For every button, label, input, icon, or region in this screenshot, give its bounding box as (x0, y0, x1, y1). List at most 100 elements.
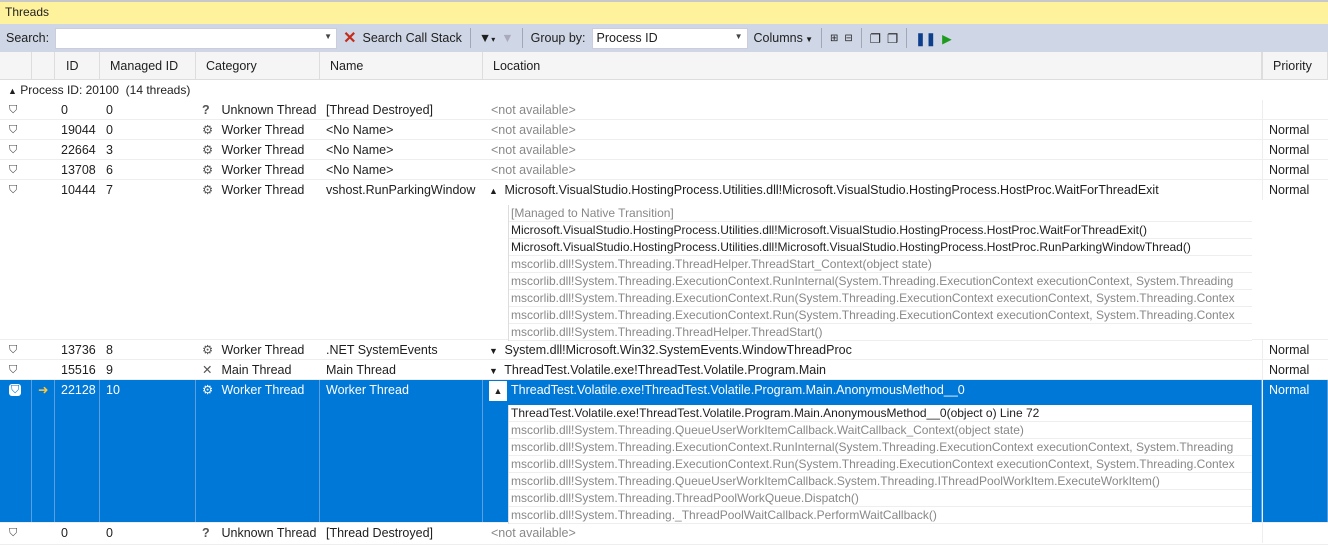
thread-name[interactable]: [Thread Destroyed] (320, 100, 483, 120)
thread-row[interactable]: ⛉ 13736 8 ⚙ Worker Thread .NET SystemEve… (0, 340, 1328, 360)
thread-row[interactable]: ⛉ 0 0 ? Unknown Thread [Thread Destroyed… (0, 523, 1328, 545)
flag-icon[interactable]: ⛉ (0, 160, 32, 180)
gears-icon: ⚙ (202, 183, 214, 197)
stack-frame[interactable]: mscorlib.dll!System.Threading.ExecutionC… (509, 290, 1252, 307)
thread-name[interactable]: Worker Thread (320, 380, 483, 522)
clear-filter-icon[interactable]: ▼ (501, 31, 513, 45)
collapse-groups-icon[interactable]: ⊟ (844, 33, 852, 44)
flag-icon[interactable]: ⛉ (0, 140, 32, 160)
search-call-stack-button[interactable]: Search Call Stack (363, 31, 462, 45)
stack-frame[interactable]: Microsoft.VisualStudio.HostingProcess.Ut… (509, 222, 1252, 239)
flag-icon[interactable]: ⛉ (0, 360, 32, 380)
col-current[interactable] (32, 52, 55, 80)
collapse-stack-icon[interactable]: ▲ (489, 381, 507, 401)
current-thread-cell (32, 523, 55, 543)
thread-name[interactable]: Main Thread (320, 360, 483, 380)
col-category[interactable]: Category (196, 52, 320, 80)
stack-frame[interactable]: mscorlib.dll!System.Threading.ThreadHelp… (509, 324, 1252, 341)
group-by-select[interactable]: Process ID ▼ (591, 27, 748, 49)
stack-frame[interactable]: mscorlib.dll!System.Threading.ExecutionC… (509, 307, 1252, 324)
call-stack: ThreadTest.Volatile.exe!ThreadTest.Volat… (508, 405, 1252, 524)
chevron-down-icon[interactable]: ▼ (324, 32, 332, 41)
thread-name[interactable]: <No Name> (320, 120, 483, 140)
thread-row[interactable]: ⛉ 0 0 ? Unknown Thread [Thread Destroyed… (0, 100, 1328, 120)
group-by-label: Group by: (530, 31, 586, 45)
thread-name[interactable]: [Thread Destroyed] (320, 523, 483, 543)
thread-row[interactable]: ⛉ 22664 3 ⚙ Worker Thread <No Name> <not… (0, 140, 1328, 160)
location[interactable]: <not available> (483, 120, 1262, 140)
thread-id: 22128 (55, 380, 100, 522)
thread-name[interactable]: vshost.RunParkingWindow (320, 180, 483, 200)
flag-icon[interactable]: ⛉ (0, 180, 32, 200)
col-priority[interactable]: Priority (1262, 52, 1328, 80)
managed-id: 0 (106, 526, 113, 540)
stack-frame[interactable]: mscorlib.dll!System.Threading.ThreadHelp… (509, 256, 1252, 273)
thread-id: 0 (61, 103, 68, 117)
thread-row[interactable]: ⛉ ➜ 22128 10 ⚙ Worker Thread Worker Thre… (0, 380, 1328, 524)
stack-frame[interactable]: Microsoft.VisualStudio.HostingProcess.Ut… (509, 239, 1252, 256)
filter-icon[interactable]: ▼▾ (479, 31, 495, 45)
category: ? Unknown Thread (196, 100, 320, 120)
location[interactable]: ▼ System.dll!Microsoft.Win32.SystemEvent… (483, 340, 1262, 360)
managed-id: 6 (106, 163, 113, 177)
stack-frame[interactable]: mscorlib.dll!System.Threading.ThreadPool… (509, 490, 1252, 507)
col-name[interactable]: Name (320, 52, 483, 80)
collapse-callstacks-icon[interactable]: ❐ (887, 31, 898, 46)
search-input[interactable]: ▼ (55, 27, 338, 49)
flag-icon[interactable]: ⛉ (0, 380, 32, 522)
location[interactable]: <not available> (483, 160, 1262, 180)
expand-stack-icon[interactable]: ▼ (489, 361, 501, 380)
thread-name[interactable]: <No Name> (320, 160, 483, 180)
chevron-down-icon: ▼ (734, 31, 743, 41)
separator (860, 28, 862, 48)
flag-icon[interactable]: ⛉ (0, 523, 32, 543)
location[interactable]: <not available> (483, 100, 1262, 120)
stack-frame[interactable]: mscorlib.dll!System.Threading.ExecutionC… (509, 456, 1252, 473)
pause-icon[interactable]: ❚❚ (915, 31, 936, 46)
clear-search-icon[interactable]: ✕ (343, 28, 356, 48)
current-thread-arrow-icon: ➜ (32, 380, 55, 522)
managed-id: 7 (106, 183, 113, 197)
stack-frame[interactable]: mscorlib.dll!System.Threading.ExecutionC… (509, 273, 1252, 290)
columns-button[interactable]: Columns ▼ (754, 31, 813, 45)
thread-row[interactable]: ⛉ 10444 7 ⚙ Worker Thread vshost.RunPark… (0, 180, 1328, 341)
location[interactable]: <not available> (483, 523, 1262, 543)
expand-callstacks-icon[interactable]: ❐ (870, 31, 881, 46)
stack-frame[interactable]: mscorlib.dll!System.Threading.QueueUserW… (509, 473, 1252, 490)
stack-frame[interactable]: mscorlib.dll!System.Threading._ThreadPoo… (509, 507, 1252, 524)
play-icon[interactable]: ▶ (942, 31, 952, 46)
stack-frame[interactable]: [Managed to Native Transition] (509, 205, 1252, 222)
gears-icon: ⚙ (202, 383, 214, 397)
flag-icon[interactable]: ⛉ (0, 100, 32, 120)
flag-icon[interactable]: ⛉ (0, 120, 32, 140)
thread-id: 15516 (61, 363, 96, 377)
location[interactable]: ▼ ThreadTest.Volatile.exe!ThreadTest.Vol… (483, 360, 1262, 380)
col-location[interactable]: Location (483, 52, 1262, 80)
separator (521, 28, 523, 48)
location[interactable]: <not available> (483, 140, 1262, 160)
thread-list: ⛉ 0 0 ? Unknown Thread [Thread Destroyed… (0, 100, 1328, 545)
collapse-stack-icon[interactable]: ▲ (489, 181, 501, 200)
col-id[interactable]: ID (55, 52, 100, 80)
thread-name[interactable]: <No Name> (320, 140, 483, 160)
thread-name[interactable]: .NET SystemEvents (320, 340, 483, 360)
priority: Normal (1262, 140, 1328, 160)
call-stack: [Managed to Native Transition] Microsoft.… (508, 205, 1252, 341)
stack-frame[interactable]: mscorlib.dll!System.Threading.ExecutionC… (509, 439, 1252, 456)
col-managed-id[interactable]: Managed ID (100, 52, 196, 80)
stack-frame[interactable]: ThreadTest.Volatile.exe!ThreadTest.Volat… (509, 405, 1252, 422)
group-header[interactable]: ▲ Process ID: 20100 (14 threads) (0, 80, 1328, 100)
expand-groups-icon[interactable]: ⊞ (830, 33, 838, 44)
stack-frame[interactable]: mscorlib.dll!System.Threading.QueueUserW… (509, 422, 1252, 439)
managed-id: 0 (106, 123, 113, 137)
flag-icon[interactable]: ⛉ (0, 340, 32, 360)
thread-id: 13736 (61, 343, 96, 357)
thread-row[interactable]: ⛉ 15516 9 ✕ Main Thread Main Thread ▼ Th… (0, 360, 1328, 380)
location[interactable]: ▲ Microsoft.VisualStudio.HostingProcess.… (483, 180, 1262, 200)
expand-stack-icon[interactable]: ▼ (489, 341, 501, 360)
thread-row[interactable]: ⛉ 19044 0 ⚙ Worker Thread <No Name> <not… (0, 120, 1328, 140)
current-thread-cell (32, 340, 55, 360)
collapse-icon[interactable]: ▲ (8, 86, 17, 96)
thread-row[interactable]: ⛉ 13708 6 ⚙ Worker Thread <No Name> <not… (0, 160, 1328, 180)
col-flag[interactable] (0, 52, 32, 80)
